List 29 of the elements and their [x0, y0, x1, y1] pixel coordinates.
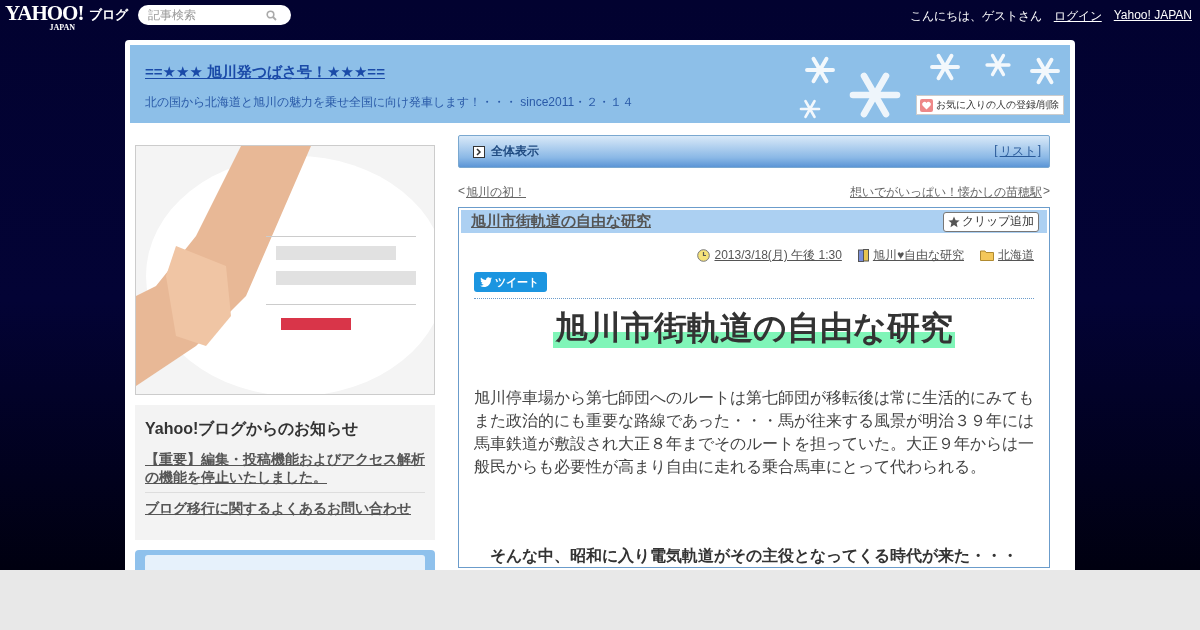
- notice-link[interactable]: 【重要】編集・投稿機能およびアクセス解析の機能を停止いたしました。: [145, 444, 425, 493]
- post-title[interactable]: 旭川市街軌道の自由な研究: [471, 212, 651, 231]
- service-name: ブログ: [89, 6, 129, 24]
- show-all-link[interactable]: 全体表示: [491, 143, 539, 160]
- greeting-text: こんにちは、ゲストさん: [909, 8, 1042, 25]
- logo-subtitle: JAPAN: [49, 24, 75, 32]
- header-link[interactable]: Yahoo! JAPAN: [1113, 8, 1192, 25]
- search-field[interactable]: 記事検索: [138, 5, 292, 25]
- blog-title[interactable]: ==★★★ 旭川発つばさ号！★★★==: [145, 63, 385, 82]
- notice-link[interactable]: ブログ移行に関するよくあるお問い合わせ: [145, 492, 425, 524]
- search-input[interactable]: 記事検索: [146, 7, 267, 23]
- clip-button[interactable]: クリップ追加: [943, 211, 1039, 232]
- list-link[interactable]: リスト: [999, 143, 1036, 160]
- blog-description: 北の国から北海道と旭川の魅力を乗せ全国に向け発車します！・・・ since2011・２・１４: [145, 94, 635, 111]
- next-post-link[interactable]: 想いでがいっぱい！懐かしの苗穂駅: [850, 184, 1042, 201]
- book-link[interactable]: 旭川♥自由な研究: [872, 247, 964, 264]
- prev-mark: <: [458, 184, 465, 200]
- prev-post-link[interactable]: 旭川の初！: [466, 184, 526, 201]
- favorite-button[interactable]: お気に入りの人の登録/削除: [916, 95, 1064, 115]
- post-subheading: そんな中、昭和に入り電気軌道がその主役となってくる時代が来た・・・: [489, 546, 1019, 567]
- bracket-text: ]: [1037, 143, 1041, 159]
- next-mark: >: [1043, 184, 1050, 200]
- header-link[interactable]: ログイン: [1053, 8, 1102, 25]
- category-link[interactable]: 北海道: [998, 247, 1034, 264]
- bracket-text: [: [994, 143, 998, 159]
- notice-title: Yahoo!ブログからのお知らせ: [145, 419, 360, 439]
- post-paragraph: 旭川停車場から第七師団へのルートは第七師団が移転後は常に生活的にみてもまた政治的にも重要な路線であった・・・馬が往来する風景が明治３９年には馬車鉄道が敷設され大正８年までそのルートを担っていた。大正９年からは一般民からも必要性が高まり自由に走れる乗合馬車にとって代わられる。: [474, 388, 1034, 478]
- logo[interactable]: YAHOO!: [5, 3, 84, 24]
- post-date[interactable]: 2013/3/18(月) 午後 1:30: [714, 247, 842, 264]
